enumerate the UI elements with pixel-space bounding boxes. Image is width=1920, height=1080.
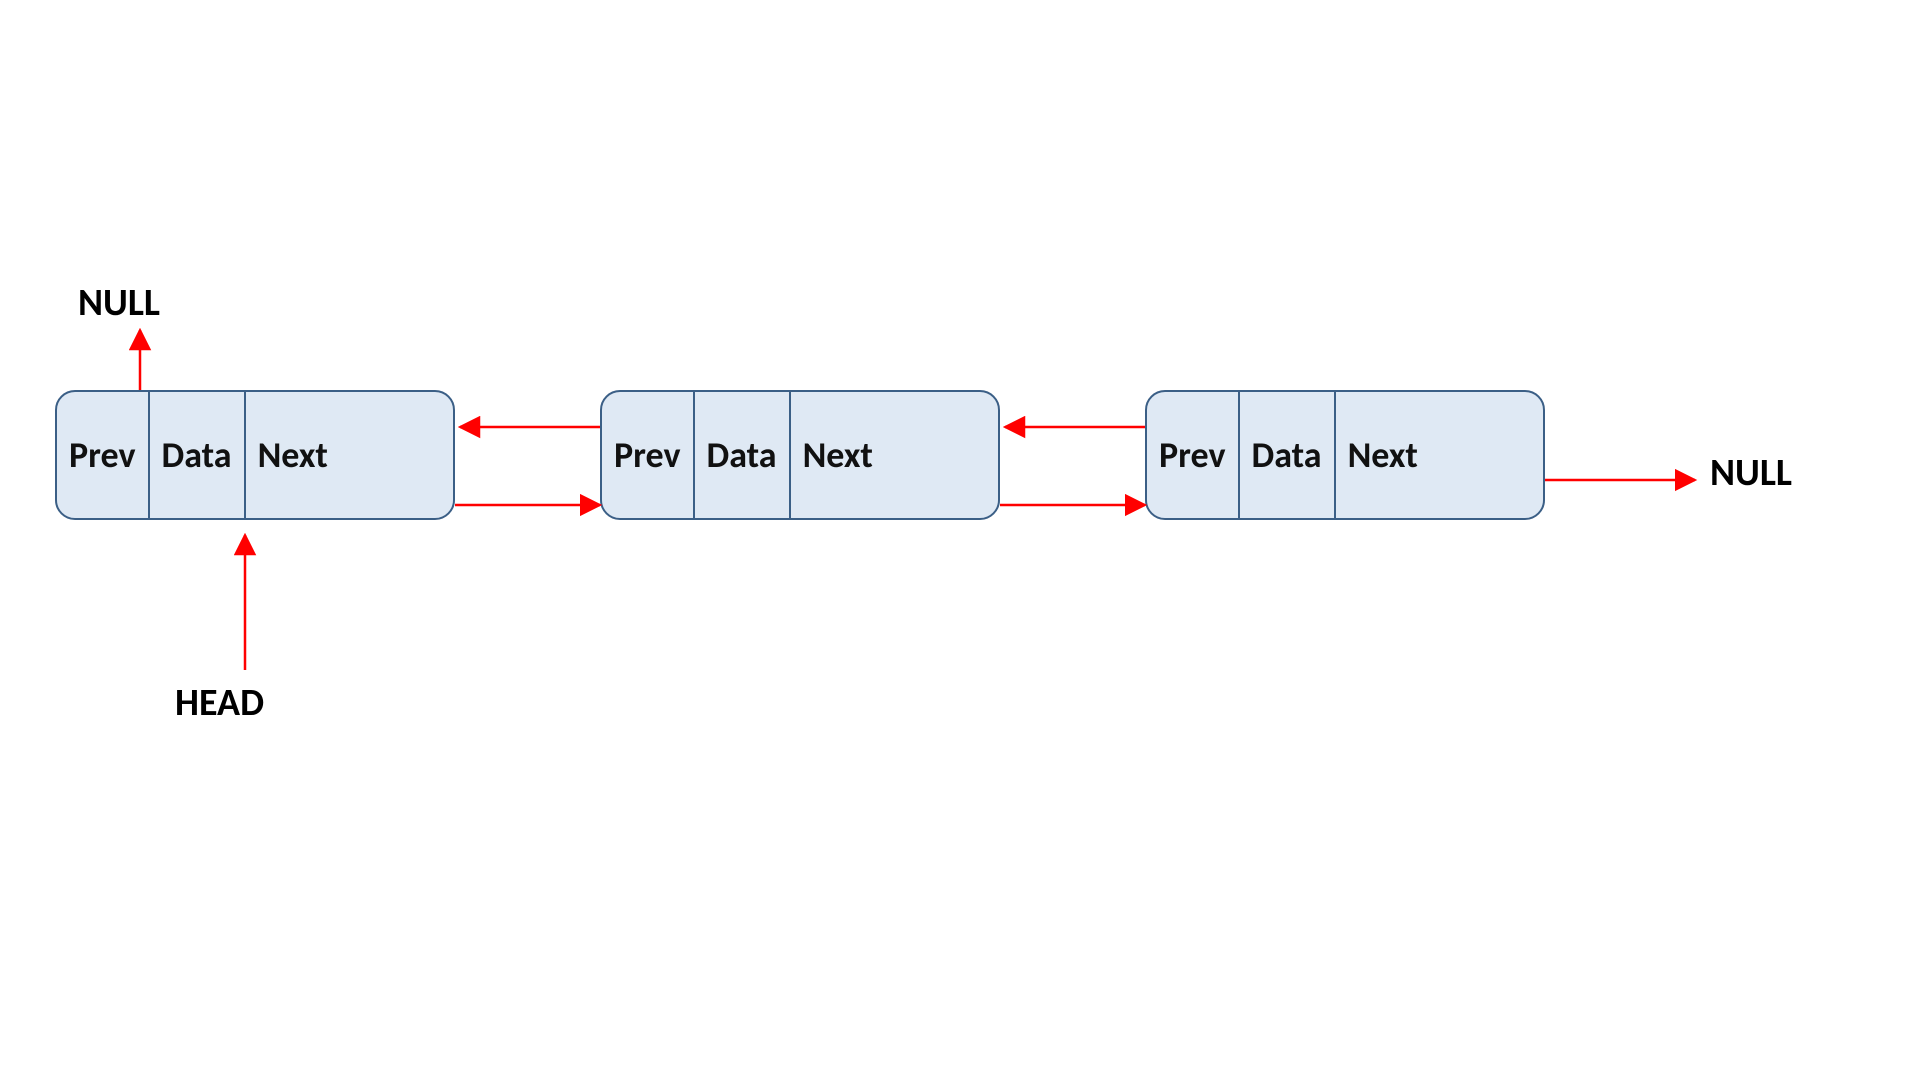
- node-1-next: Next: [246, 392, 340, 518]
- node-3-data: Data: [1240, 392, 1336, 518]
- node-3-prev: Prev: [1147, 392, 1240, 518]
- node-2-prev: Prev: [602, 392, 695, 518]
- null-right-label: NULL: [1710, 450, 1792, 496]
- node-3: Prev Data Next: [1145, 390, 1545, 520]
- node-3-next: Next: [1336, 392, 1430, 518]
- node-2: Prev Data Next: [600, 390, 1000, 520]
- arrows-layer: [0, 0, 1920, 1080]
- node-2-next: Next: [791, 392, 885, 518]
- head-label: HEAD: [175, 680, 264, 726]
- diagram-stage: NULL NULL HEAD Prev Data Next Prev Data …: [0, 0, 1920, 1080]
- node-2-data: Data: [695, 392, 791, 518]
- node-1: Prev Data Next: [55, 390, 455, 520]
- node-1-prev: Prev: [57, 392, 150, 518]
- null-top-label: NULL: [78, 280, 160, 326]
- node-1-data: Data: [150, 392, 246, 518]
